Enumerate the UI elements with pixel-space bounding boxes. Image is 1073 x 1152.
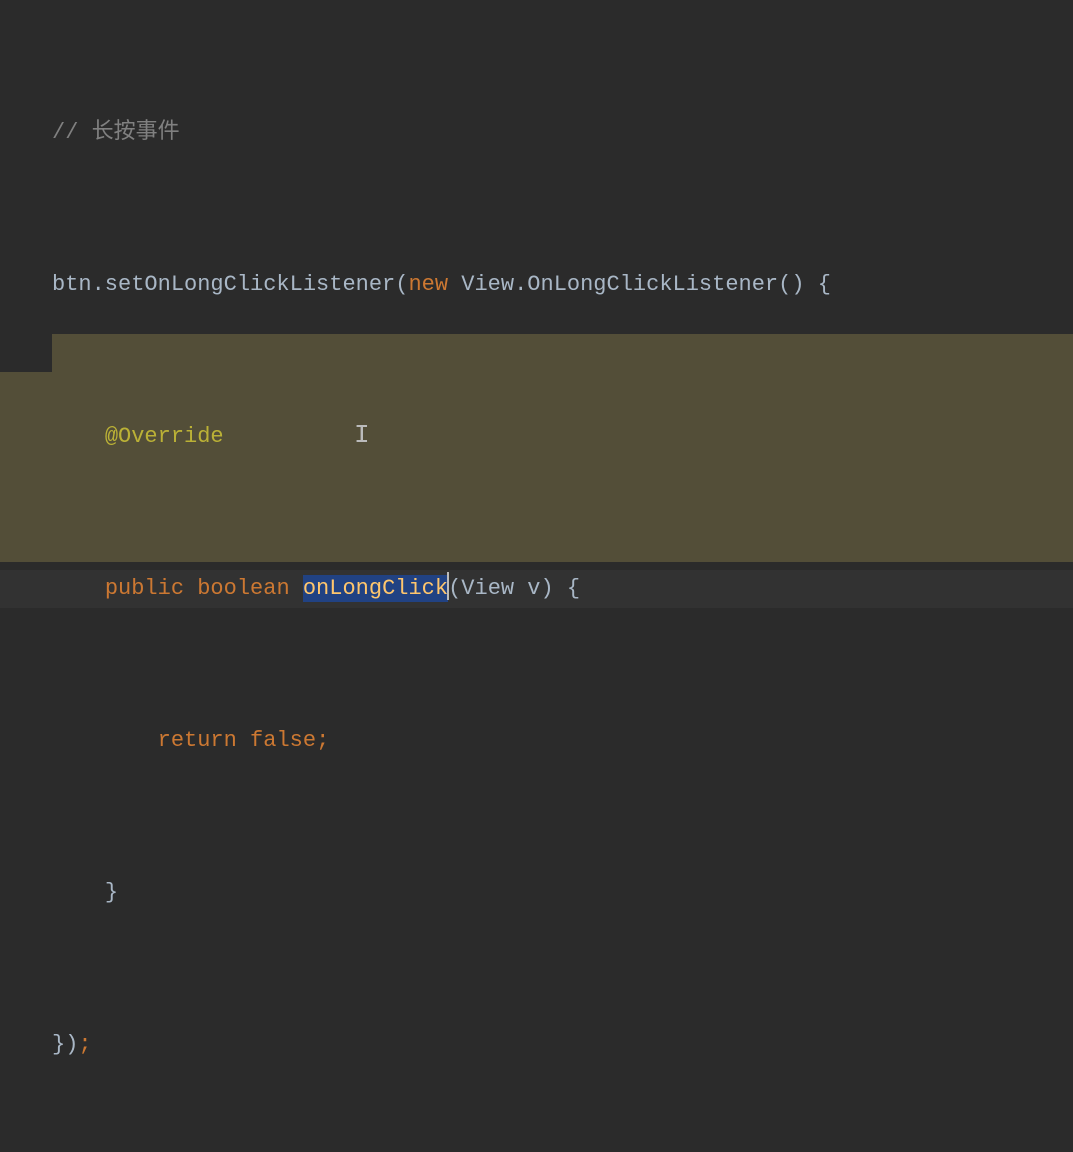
keyword-boolean: boolean bbox=[197, 576, 303, 601]
selection-overlay bbox=[0, 372, 1073, 562]
keyword-return: return bbox=[158, 728, 250, 753]
literal-false: false bbox=[250, 728, 316, 753]
code-line[interactable]: } bbox=[0, 874, 1073, 912]
code-text: (View v) { bbox=[448, 576, 580, 601]
indent bbox=[52, 728, 158, 753]
code-text: }) bbox=[52, 1032, 78, 1057]
semicolon: ; bbox=[78, 1032, 91, 1057]
text-caret bbox=[447, 572, 449, 600]
code-line[interactable]: return false; bbox=[0, 722, 1073, 760]
code-line[interactable]: btn.setOnLongClickListener(new View.OnLo… bbox=[0, 266, 1073, 304]
method-onlongclick-selected: onLongClick bbox=[303, 575, 448, 602]
indent bbox=[52, 880, 105, 905]
code-line[interactable]: @Override bbox=[0, 418, 1073, 456]
code-text: View.OnLongClickListener() { bbox=[448, 272, 831, 297]
code-line[interactable]: }); bbox=[0, 1026, 1073, 1064]
indent bbox=[52, 576, 105, 601]
brace-close: } bbox=[105, 880, 118, 905]
code-line[interactable]: // 长按事件 bbox=[0, 114, 1073, 152]
code-editor[interactable]: // 长按事件 btn.setOnLongClickListener(new V… bbox=[0, 0, 1073, 1152]
selection-overlay bbox=[52, 334, 1073, 372]
semicolon: ; bbox=[316, 728, 329, 753]
indent bbox=[52, 424, 105, 449]
comment-text: // 长按事件 bbox=[52, 120, 180, 145]
code-text: btn.setOnLongClickListener( bbox=[52, 272, 408, 297]
keyword-new: new bbox=[408, 272, 448, 297]
annotation-override: @Override bbox=[105, 424, 224, 449]
keyword-public: public bbox=[105, 576, 197, 601]
